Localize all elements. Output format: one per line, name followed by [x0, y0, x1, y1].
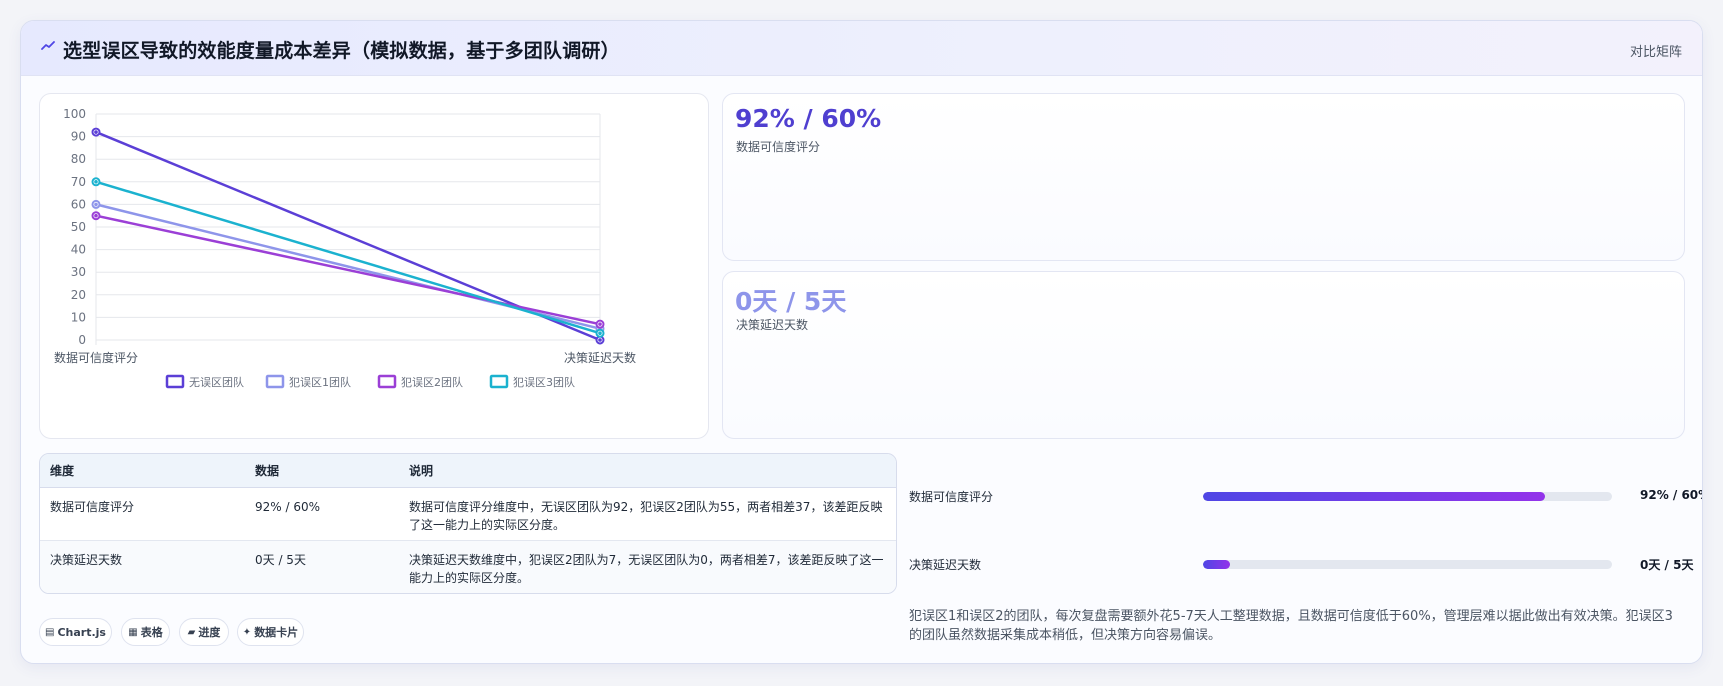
progress-fill: [1203, 492, 1545, 501]
series-line: [95, 214, 601, 326]
data-point-core: [94, 130, 98, 134]
data-point-core: [94, 202, 98, 207]
chip-chartjs[interactable]: ▤ Chart.js: [39, 618, 112, 646]
data-point-core: [598, 338, 602, 342]
progress-icon: ▰: [187, 626, 196, 638]
progress-fill: [1203, 560, 1230, 569]
progress-value: 0天 / 5天: [1640, 558, 1694, 572]
data-point-core: [598, 322, 602, 326]
legend-label: 犯误区3团队: [513, 375, 575, 389]
comparison-table: 维度 数据 说明 数据可信度评分 92% / 60% 数据可信度评分维度中，无误…: [39, 453, 897, 594]
main-card: 选型误区导致的效能度量成本差异（模拟数据，基于多团队调研） 对比矩阵 0 10 20…: [20, 20, 1703, 664]
metric-value: 0天 / 5天: [735, 287, 847, 316]
table-header-dimension: 维度: [40, 454, 245, 488]
y-tick-label: 100: [63, 107, 86, 121]
line-chart-panel: 0 10 20 30 40 50 60 70 80 90 100 数据可信度评分 决策延迟天数无误区团队…: [39, 93, 709, 439]
summary-note: 犯误区1和误区2的团队，每次复盘需要额外花5-7天人工整理数据，且数据可信度低于…: [909, 609, 1673, 643]
table-cell-data: 0天 / 5天: [245, 539, 399, 593]
table-cell-note: 数据可信度评分维度中，无误区团队为92，犯误区2团队为55，两者相差37，该差距…: [409, 499, 883, 532]
progress-track: [1203, 560, 1612, 569]
chip-label: Chart.js: [57, 625, 106, 639]
metric-card-delay: 0天 / 5天 决策延迟天数: [722, 271, 1685, 439]
view-mode-label[interactable]: 对比矩阵: [1630, 41, 1682, 60]
page-title: 选型误区导致的效能度量成本差异（模拟数据，基于多团队调研）: [63, 40, 620, 62]
legend-label: 犯误区1团队: [289, 375, 351, 389]
metric-card-credibility: 92% / 60% 数据可信度评分: [722, 93, 1685, 261]
table-cell-dimension: 数据可信度评分: [50, 499, 135, 514]
legend-swatch: [377, 374, 397, 389]
y-tick-label: 30: [71, 265, 86, 279]
table-cell-note: 决策延迟天数维度中，犯误区2团队为7，无误区团队为0，两者相差7，该差距反映了这…: [399, 539, 896, 593]
chip-label: 进度: [198, 626, 221, 639]
metric-label: 决策延迟天数: [736, 318, 809, 332]
table-header-note: 说明: [399, 454, 896, 488]
chip-label: 表格: [140, 626, 163, 639]
chip-table[interactable]: ▦ 表格: [121, 618, 170, 646]
y-tick-label: 10: [71, 310, 86, 324]
table-row: 数据可信度评分 92% / 60% 数据可信度评分维度中，无误区团队为92，犯误…: [40, 487, 896, 540]
x-tick-label: 决策延迟天数: [564, 350, 636, 365]
legend-label: 犯误区2团队: [401, 375, 463, 389]
data-point-core: [94, 180, 98, 184]
progress-row-credibility: 数据可信度评分 92% / 60%: [909, 486, 1702, 506]
chip-progress[interactable]: ▰ 进度: [179, 618, 229, 646]
progress-value: 92% / 60%: [1640, 488, 1702, 502]
line-chart: 0 10 20 30 40 50 60 70 80 90 100 数据可信度评分 决策延迟天数无误区团队…: [54, 107, 636, 389]
progress-label: 数据可信度评分: [909, 490, 994, 504]
y-tick-label: 50: [71, 220, 86, 234]
metric-label: 数据可信度评分: [736, 140, 821, 154]
card-icon: ✦: [242, 626, 252, 638]
y-tick-label: 70: [71, 175, 86, 189]
legend-swatch: [165, 374, 185, 389]
data-point-core: [598, 331, 602, 336]
table-header-row: 维度 数据 说明: [40, 454, 896, 488]
chip-label: 数据卡片: [254, 626, 299, 639]
trend-icon: [41, 41, 55, 50]
chart-icon: ▤: [45, 626, 55, 638]
y-tick-label: 40: [71, 243, 86, 257]
y-tick-label: 20: [71, 288, 86, 302]
table-cell-dimension: 决策延迟天数: [40, 539, 245, 593]
y-tick-label: 0: [78, 333, 86, 347]
y-tick-label: 80: [71, 152, 86, 166]
chip-data-card[interactable]: ✦ 数据卡片: [237, 618, 304, 646]
y-tick-label: 60: [71, 197, 86, 211]
table-icon: ▦: [128, 626, 138, 638]
legend-swatch: [489, 374, 509, 389]
card-header: 选型误区导致的效能度量成本差异（模拟数据，基于多团队调研） 对比矩阵: [21, 21, 1702, 76]
legend-swatch: [265, 374, 285, 389]
progress-label: 决策延迟天数: [909, 558, 982, 572]
metric-value: 92% / 60%: [735, 104, 882, 133]
progress-track: [1203, 492, 1612, 501]
y-tick-label: 90: [71, 130, 86, 144]
progress-row-delay: 决策延迟天数 0天 / 5天: [909, 554, 1693, 574]
table-cell-data: 92% / 60%: [255, 499, 321, 514]
table-header-data: 数据: [245, 454, 399, 488]
legend-label: 无误区团队: [189, 375, 244, 389]
table-row: 决策延迟天数 0天 / 5天 决策延迟天数维度中，犯误区2团队为7，无误区团队为…: [40, 539, 896, 593]
data-point-core: [94, 213, 98, 218]
x-tick-label: 数据可信度评分: [54, 350, 138, 365]
